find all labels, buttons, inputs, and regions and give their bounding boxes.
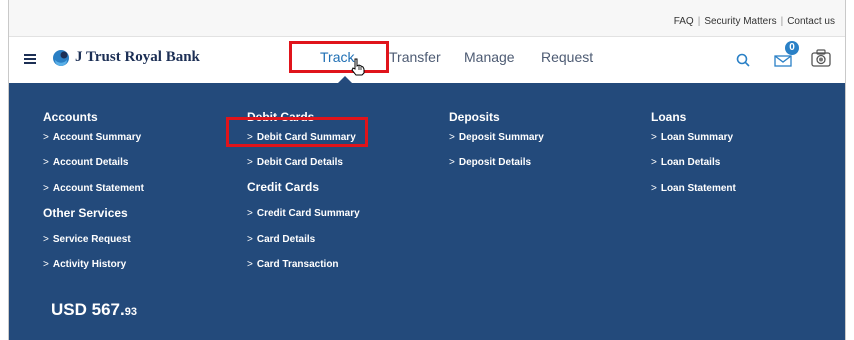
menu-loan-summary[interactable]: > Loan Summary [651,132,733,143]
search-icon[interactable] [735,52,751,68]
menu-card-transaction[interactable]: > Card Transaction [247,259,339,270]
menu-deposit-details[interactable]: > Deposit Details [449,157,531,168]
app-frame: FAQ | Security Matters | Contact us J Trust … [8,0,846,340]
credit-cards-heading: Credit Cards [247,180,320,194]
menu-loan-statement[interactable]: > Loan Statement [651,183,736,194]
track-highlight-box [289,41,389,73]
menu-debit-card-details[interactable]: > Debit Card Details [247,157,343,168]
nav-manage[interactable]: Manage [464,49,515,65]
other-services-heading: Other Services [43,206,128,220]
menu-service-request[interactable]: > Service Request [43,234,131,245]
utility-links: FAQ | Security Matters | Contact us [673,16,835,27]
account-balance: USD 567.93 [51,300,137,319]
menu-activity-history[interactable]: > Activity History [43,259,126,270]
accounts-heading: Accounts [43,110,98,124]
menu-account-statement[interactable]: > Account Statement [43,183,144,194]
main-navbar: J Trust Royal Bank Track Transfer Manage… [9,37,845,83]
menu-loan-details[interactable]: > Loan Details [651,157,720,168]
security-matters-link[interactable]: Security Matters [704,16,776,27]
hand-cursor-icon [351,58,365,76]
menu-account-details[interactable]: > Account Details [43,157,128,168]
brand-name[interactable]: J Trust Royal Bank [75,49,200,66]
menu-account-summary[interactable]: > Account Summary [43,132,141,143]
utility-bar: FAQ | Security Matters | Contact us [9,0,845,37]
camera-icon[interactable] [810,48,832,68]
loans-heading: Loans [651,110,687,124]
active-menu-caret [338,76,352,83]
mail-count-badge: 0 [785,41,799,55]
menu-credit-card-summary[interactable]: > Credit Card Summary [247,208,360,219]
menu-card-details[interactable]: > Card Details [247,234,315,245]
deposits-heading: Deposits [449,110,500,124]
menu-deposit-summary[interactable]: > Deposit Summary [449,132,544,143]
debit-card-summary-highlight-box [226,117,368,147]
hamburger-menu-icon[interactable] [24,54,36,64]
nav-request[interactable]: Request [541,49,593,65]
nav-transfer[interactable]: Transfer [389,49,441,65]
contact-us-link[interactable]: Contact us [787,16,835,27]
faq-link[interactable]: FAQ [674,16,694,27]
bank-logo-icon [53,50,69,66]
